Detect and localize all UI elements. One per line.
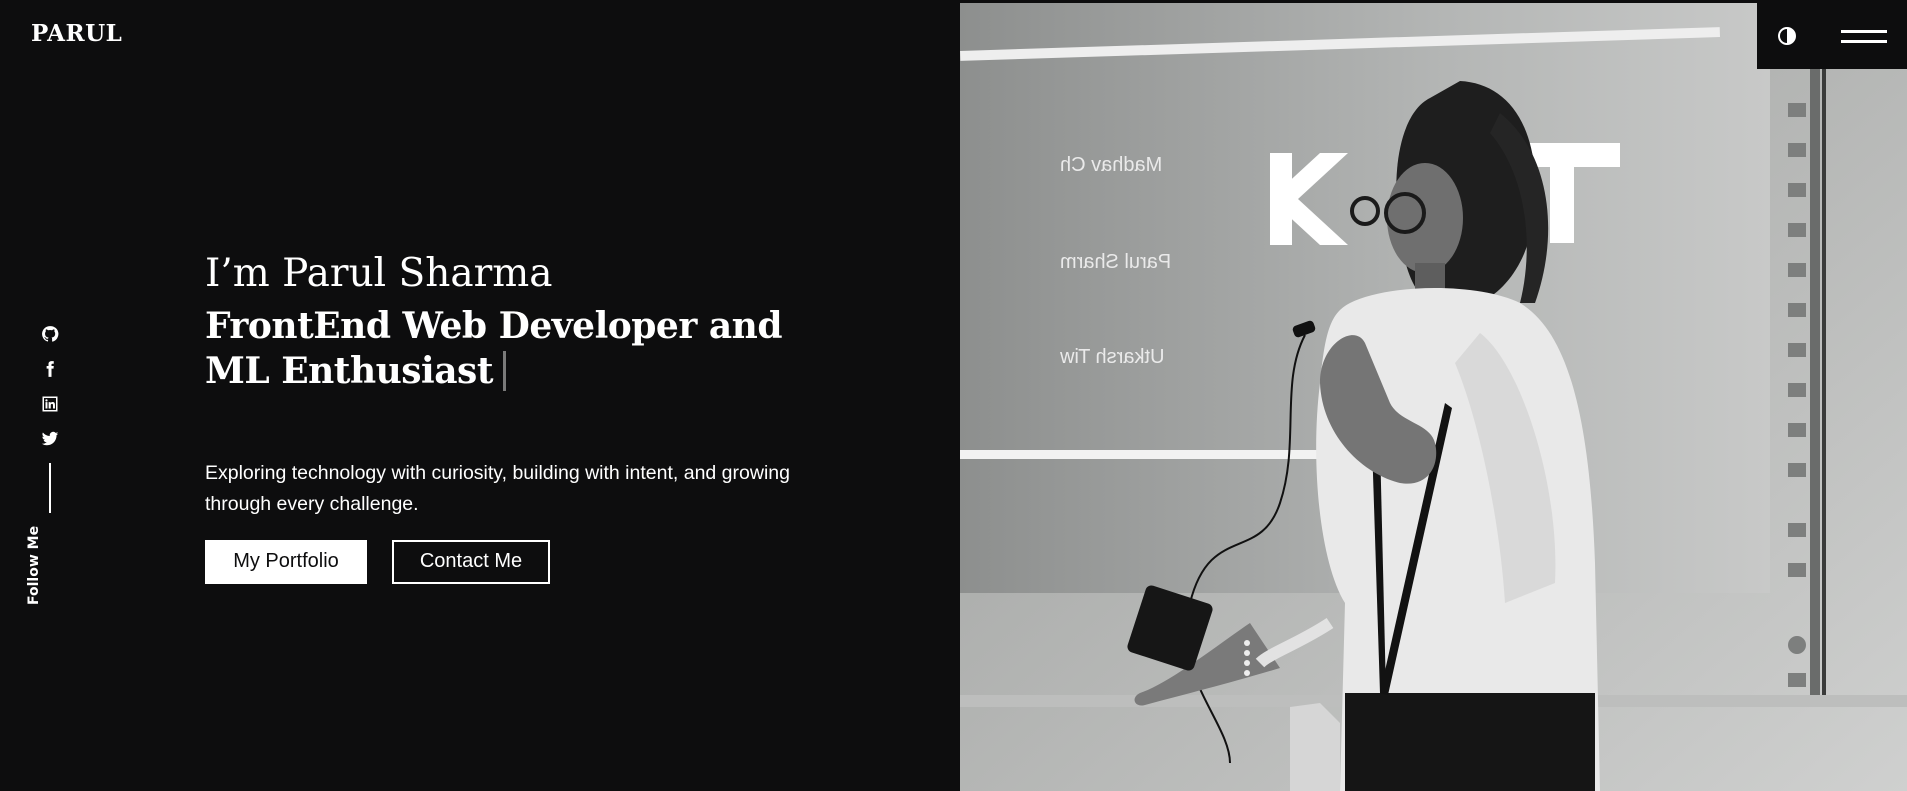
contact-me-button[interactable]: Contact Me [392, 539, 550, 584]
slide-name-2: Parul Sharm [1060, 251, 1171, 273]
hero-actions: My Portfolio Contact Me [205, 539, 805, 584]
my-portfolio-button[interactable]: My Portfolio [205, 539, 367, 584]
typing-cursor [502, 351, 506, 391]
hamburger-menu-icon[interactable] [1841, 30, 1887, 46]
hero-role-line-2-text: ML Enthusiast [205, 350, 493, 392]
hero-role-line-2: ML Enthusiast [205, 349, 805, 394]
github-icon[interactable] [38, 322, 62, 346]
facebook-icon[interactable] [38, 357, 62, 381]
linkedin-icon[interactable] [38, 392, 62, 416]
follow-me-label: Follow Me [26, 525, 42, 605]
follow-divider-line [49, 463, 51, 513]
hero-tagline: Exploring technology with curiosity, bui… [205, 462, 790, 515]
slide-name-1: Madhav Ch [1060, 154, 1162, 176]
slide-name-3: Utkarsh Tiw [1059, 346, 1164, 368]
hero-role-line-1: FrontEnd Web Developer and [205, 305, 783, 347]
social-links [38, 322, 62, 513]
top-controls [1757, 3, 1907, 69]
presenter-photo-illustration: Madhav Ch Parul Sharm Utkarsh Tiw [960, 3, 1907, 791]
hero-role: FrontEnd Web Developer and ML Enthusiast [205, 304, 805, 394]
brand-logo[interactable]: PARUL [31, 20, 122, 47]
hero-section: I’m Parul Sharma FrontEnd Web Developer … [205, 250, 805, 584]
twitter-icon[interactable] [38, 427, 62, 451]
contrast-icon[interactable] [1775, 24, 1799, 48]
hero-photo: Madhav Ch Parul Sharm Utkarsh Tiw [960, 3, 1907, 791]
hero-greeting: I’m Parul Sharma [205, 251, 553, 296]
